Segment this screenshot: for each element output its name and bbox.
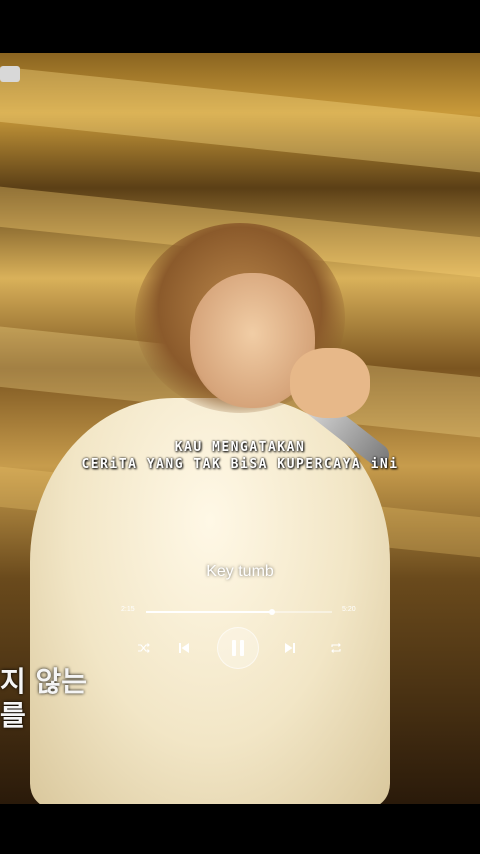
lyric-line-1: KAU MENGATAKAN [174, 440, 306, 455]
next-button[interactable] [282, 640, 298, 656]
track-title: Key tumb [206, 563, 274, 580]
broadcast-logo-icon [0, 66, 20, 82]
elapsed-time: 2:15 [121, 606, 135, 613]
korean-subtitle-line2: 를 [0, 699, 26, 732]
pause-icon [232, 640, 244, 656]
total-time: 5:20 [342, 606, 356, 613]
repeat-button[interactable] [328, 640, 344, 656]
pause-button[interactable] [217, 627, 259, 669]
korean-subtitle-line1: 지 않는 [0, 665, 88, 698]
next-icon [285, 643, 295, 653]
shuffle-button[interactable] [136, 640, 152, 656]
letterbox-top [0, 0, 480, 53]
lyric-line-2: CERiTA YANG TAK BiSA KUPERCAYA iNi [81, 457, 399, 472]
progress-bar[interactable] [146, 609, 332, 615]
korean-subtitle: 지 않는 를 [0, 665, 87, 733]
progress-fill [146, 611, 273, 613]
shuffle-icon [138, 643, 150, 653]
stage-light-stripe [0, 64, 480, 177]
previous-button[interactable] [176, 640, 192, 656]
previous-icon [179, 643, 189, 653]
singer-hand [290, 348, 370, 418]
letterbox-bottom [0, 804, 480, 854]
repeat-icon [331, 643, 341, 653]
